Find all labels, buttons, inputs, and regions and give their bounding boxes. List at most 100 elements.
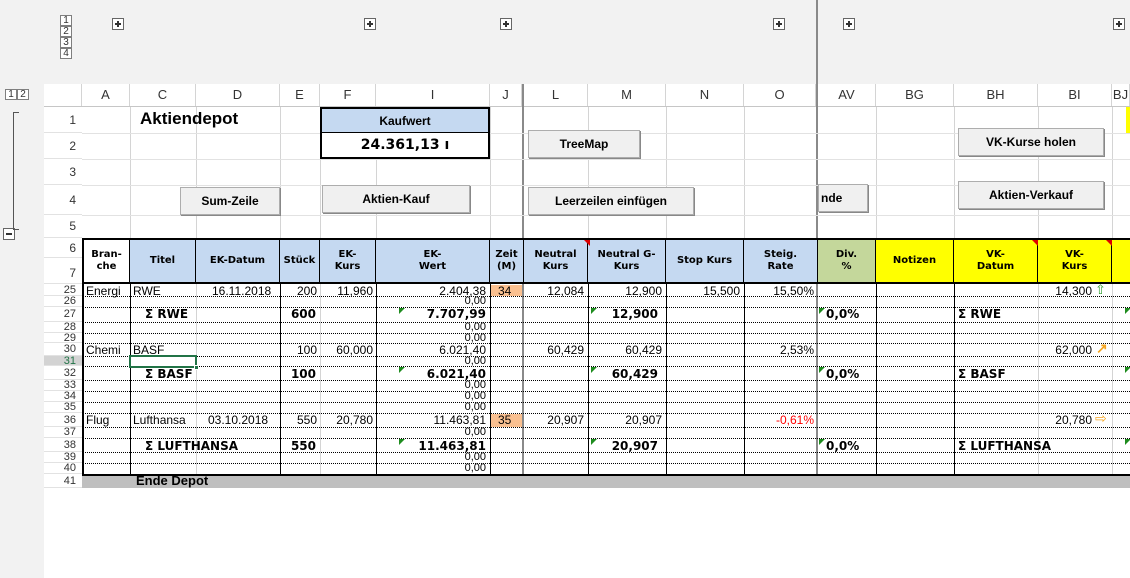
sum-ek-wert[interactable]: 6.021,40	[376, 367, 486, 381]
cell-vk-kurs[interactable]: 20,780	[1038, 413, 1092, 427]
expand-group-icon[interactable]	[1113, 18, 1125, 30]
aktien-kauf-button[interactable]: Aktien-Kauf	[322, 185, 470, 213]
cell-vk-kurs[interactable]: 62,000	[1038, 343, 1092, 357]
ende-depot-label[interactable]: Ende Depot	[136, 473, 208, 488]
sum-vk-label[interactable]: Σ BASF	[958, 367, 1006, 381]
sum-label[interactable]: Σ RWE	[145, 307, 188, 321]
row-header[interactable]: 37	[44, 427, 82, 438]
row-header[interactable]: 35	[44, 402, 82, 413]
column-header-j[interactable]: J	[490, 84, 522, 106]
row-header[interactable]: 7	[44, 258, 82, 284]
row-header[interactable]: 6	[44, 238, 82, 258]
sum-stueck[interactable]: 550	[280, 439, 316, 453]
row-outline-level-1-button[interactable]: 1	[5, 89, 17, 100]
row-header[interactable]: 3	[44, 159, 82, 185]
column-header-bi[interactable]: BI	[1038, 84, 1112, 106]
cell-ek-wert[interactable]: 0,00	[376, 452, 486, 463]
sum-neutral-g-kurs[interactable]: 12,900	[588, 307, 658, 321]
column-header-bg[interactable]: BG	[876, 84, 954, 106]
cell-ek-wert[interactable]: 0,00	[376, 380, 486, 391]
cell-ek-wert[interactable]: 6.021,40	[376, 343, 486, 357]
cell-stueck[interactable]: 550	[280, 413, 317, 427]
row-header[interactable]: 34	[44, 391, 82, 402]
sum-div[interactable]: 0,0%	[826, 439, 859, 453]
leerzeilen-einfuegen-button[interactable]: Leerzeilen einfügen	[528, 187, 694, 215]
cell-ek-kurs[interactable]: 60,000	[320, 343, 373, 357]
row-header[interactable]: 39	[44, 452, 82, 463]
column-header-bh[interactable]: BH	[954, 84, 1038, 106]
row-outline-level-2-button[interactable]: 2	[17, 89, 29, 100]
row-header[interactable]: 40	[44, 463, 82, 474]
cell-ek-wert[interactable]: 0,00	[376, 296, 486, 307]
row-header[interactable]: 31	[44, 356, 82, 367]
cell-neutral-g-kurs[interactable]: 60,429	[588, 343, 662, 357]
sum-vk-label[interactable]: Σ LUFTHANSA	[958, 439, 1051, 453]
column-header-l[interactable]: L	[524, 84, 588, 106]
column-header-bj[interactable]: BJ	[1112, 84, 1130, 106]
column-header-i[interactable]: I	[376, 84, 490, 106]
cell-titel[interactable]: Lufthansa	[133, 413, 186, 427]
column-header-m[interactable]: M	[588, 84, 666, 106]
row-header[interactable]: 29	[44, 333, 82, 344]
expand-group-icon[interactable]	[500, 18, 512, 30]
sum-ek-wert[interactable]: 11.463,81	[376, 439, 486, 453]
cell-ek-wert[interactable]: 0,00	[376, 402, 486, 413]
column-header-o[interactable]: O	[744, 84, 816, 106]
sum-div[interactable]: 0,0%	[826, 307, 859, 321]
cell-branche[interactable]: Chemi	[86, 343, 130, 357]
cell-stop-kurs[interactable]: 15,500	[666, 284, 740, 298]
column-header-n[interactable]: N	[666, 84, 744, 106]
ende-button[interactable]: nde	[818, 184, 868, 212]
cell-ek-wert[interactable]: 0,00	[376, 463, 486, 474]
row-header[interactable]: 41	[44, 474, 82, 488]
cell-neutral-g-kurs[interactable]: 20,907	[588, 413, 662, 427]
sum-zeile-button[interactable]: Sum-Zeile	[180, 187, 280, 215]
select-all-corner[interactable]	[44, 84, 82, 106]
row-header[interactable]: 28	[44, 322, 82, 333]
sum-ek-wert[interactable]: 7.707,99	[376, 307, 486, 321]
row-header[interactable]: 30	[44, 343, 82, 356]
column-header-f[interactable]: F	[320, 84, 376, 106]
expand-group-icon[interactable]	[112, 18, 124, 30]
cell-vk-kurs[interactable]: 14,300	[1038, 284, 1092, 298]
fill-handle[interactable]	[194, 365, 199, 370]
cell-neutral-g-kurs[interactable]: 12,900	[588, 284, 662, 298]
row-header[interactable]: 33	[44, 380, 82, 391]
cell-branche[interactable]: Flug	[86, 413, 130, 427]
sum-vk-label[interactable]: Σ RWE	[958, 307, 1001, 321]
sum-stueck[interactable]: 600	[280, 307, 316, 321]
cell-ek-kurs[interactable]: 11,960	[320, 284, 373, 298]
cell-ek-wert[interactable]: 0,00	[376, 427, 486, 438]
cell-ek-kurs[interactable]: 20,780	[320, 413, 373, 427]
cell-stueck[interactable]: 200	[280, 284, 317, 298]
cell-neutral-kurs[interactable]: 60,429	[524, 343, 584, 357]
cell-ek-wert[interactable]: 0,00	[376, 391, 486, 402]
row-header[interactable]: 25	[44, 284, 82, 296]
row-header[interactable]: 5	[44, 215, 82, 238]
cell-ek-wert[interactable]: 11.463,81	[376, 413, 487, 427]
cell-zeit[interactable]: 35	[498, 413, 511, 427]
cell-ek-wert[interactable]: 0,00	[376, 333, 486, 343]
expand-group-icon[interactable]	[773, 18, 785, 30]
row-header[interactable]: 2	[44, 133, 82, 159]
row-header[interactable]: 27	[44, 307, 82, 322]
cell-neutral-kurs[interactable]: 20,907	[524, 413, 584, 427]
column-header-c[interactable]: C	[130, 84, 196, 106]
cell-steig-rate[interactable]: 2,53%	[744, 343, 814, 357]
expand-group-icon[interactable]	[843, 18, 855, 30]
outline-level-4-button[interactable]: 4	[60, 48, 72, 59]
column-header-av[interactable]: AV	[818, 84, 876, 106]
aktien-verkauf-button[interactable]: Aktien-Verkauf	[958, 181, 1104, 209]
cell-stueck[interactable]: 100	[280, 343, 317, 357]
row-header[interactable]: 36	[44, 413, 82, 427]
column-header-a[interactable]: A	[82, 84, 130, 106]
row-header[interactable]: 32	[44, 366, 82, 380]
sum-neutral-g-kurs[interactable]: 20,907	[588, 439, 658, 453]
cell-branche[interactable]: Energi	[86, 284, 130, 298]
sum-label[interactable]: Σ BASF	[145, 367, 193, 381]
cell-ek-wert[interactable]: 0,00	[376, 356, 486, 366]
column-header-d[interactable]: D	[196, 84, 280, 106]
row-header[interactable]: 26	[44, 296, 82, 307]
cell-ek-datum[interactable]: 03.10.2018	[208, 413, 268, 427]
column-header-e[interactable]: E	[280, 84, 320, 106]
